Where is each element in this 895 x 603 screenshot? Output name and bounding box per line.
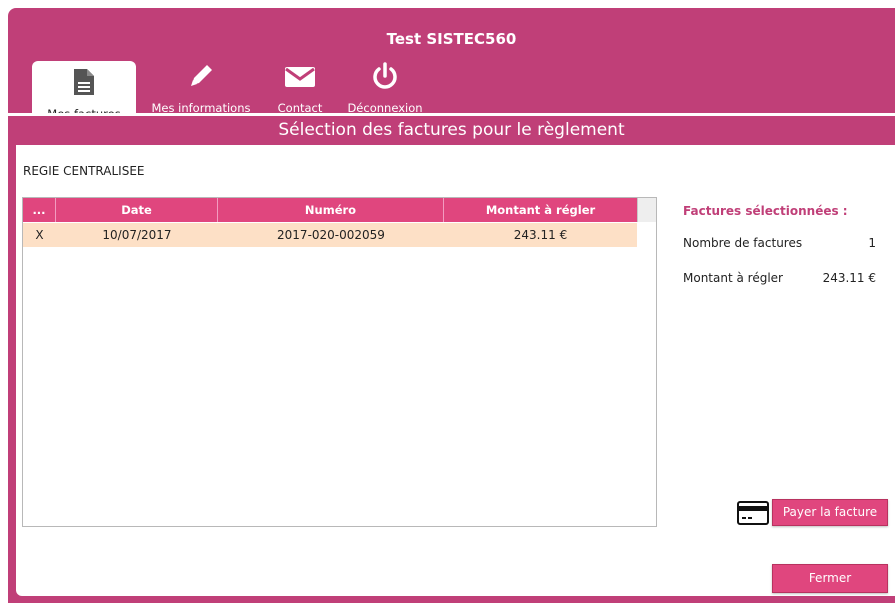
invoices-grid[interactable]: ... Date Numéro Montant à régler X 10/07… [22, 197, 657, 527]
summary-amount-value: 243.11 € [822, 271, 876, 285]
pencil-icon [186, 61, 216, 94]
power-icon [370, 61, 400, 94]
envelope-icon [284, 61, 316, 94]
column-header-select[interactable]: ... [23, 198, 56, 222]
column-header-numero[interactable]: Numéro [218, 198, 444, 222]
row-select-mark[interactable]: X [23, 223, 56, 247]
column-header-montant[interactable]: Montant à régler [444, 198, 637, 222]
section-title-bar: Sélection des factures pour le règlement [8, 113, 895, 145]
summary-count-label: Nombre de factures [683, 236, 803, 250]
summary-amount-label: Montant à régler [683, 271, 783, 285]
section-title: Sélection des factures pour le règlement [278, 120, 625, 140]
pay-invoice-button[interactable]: Payer la facture [772, 499, 888, 526]
main-content: REGIE CENTRALISEE ... Date Numéro Montan… [16, 145, 895, 596]
summary-count-value: 1 [868, 236, 876, 250]
column-header-date[interactable]: Date [56, 198, 218, 222]
grid-header: ... Date Numéro Montant à régler [23, 198, 637, 222]
credit-card-icon [737, 501, 769, 528]
close-button[interactable]: Fermer [772, 564, 888, 593]
row-date: 10/07/2017 [102, 228, 172, 242]
table-row[interactable]: X 10/07/2017 2017-020-002059 243.11 € [23, 223, 637, 247]
app-title: Test SISTEC560 [386, 30, 517, 48]
grid-corner [637, 198, 656, 222]
document-icon [73, 68, 95, 99]
row-montant: 243.11 € [513, 228, 568, 242]
summary-title: Factures sélectionnées : [683, 204, 848, 218]
row-numero: 2017-020-002059 [277, 228, 385, 242]
regie-label: REGIE CENTRALISEE [23, 164, 145, 178]
